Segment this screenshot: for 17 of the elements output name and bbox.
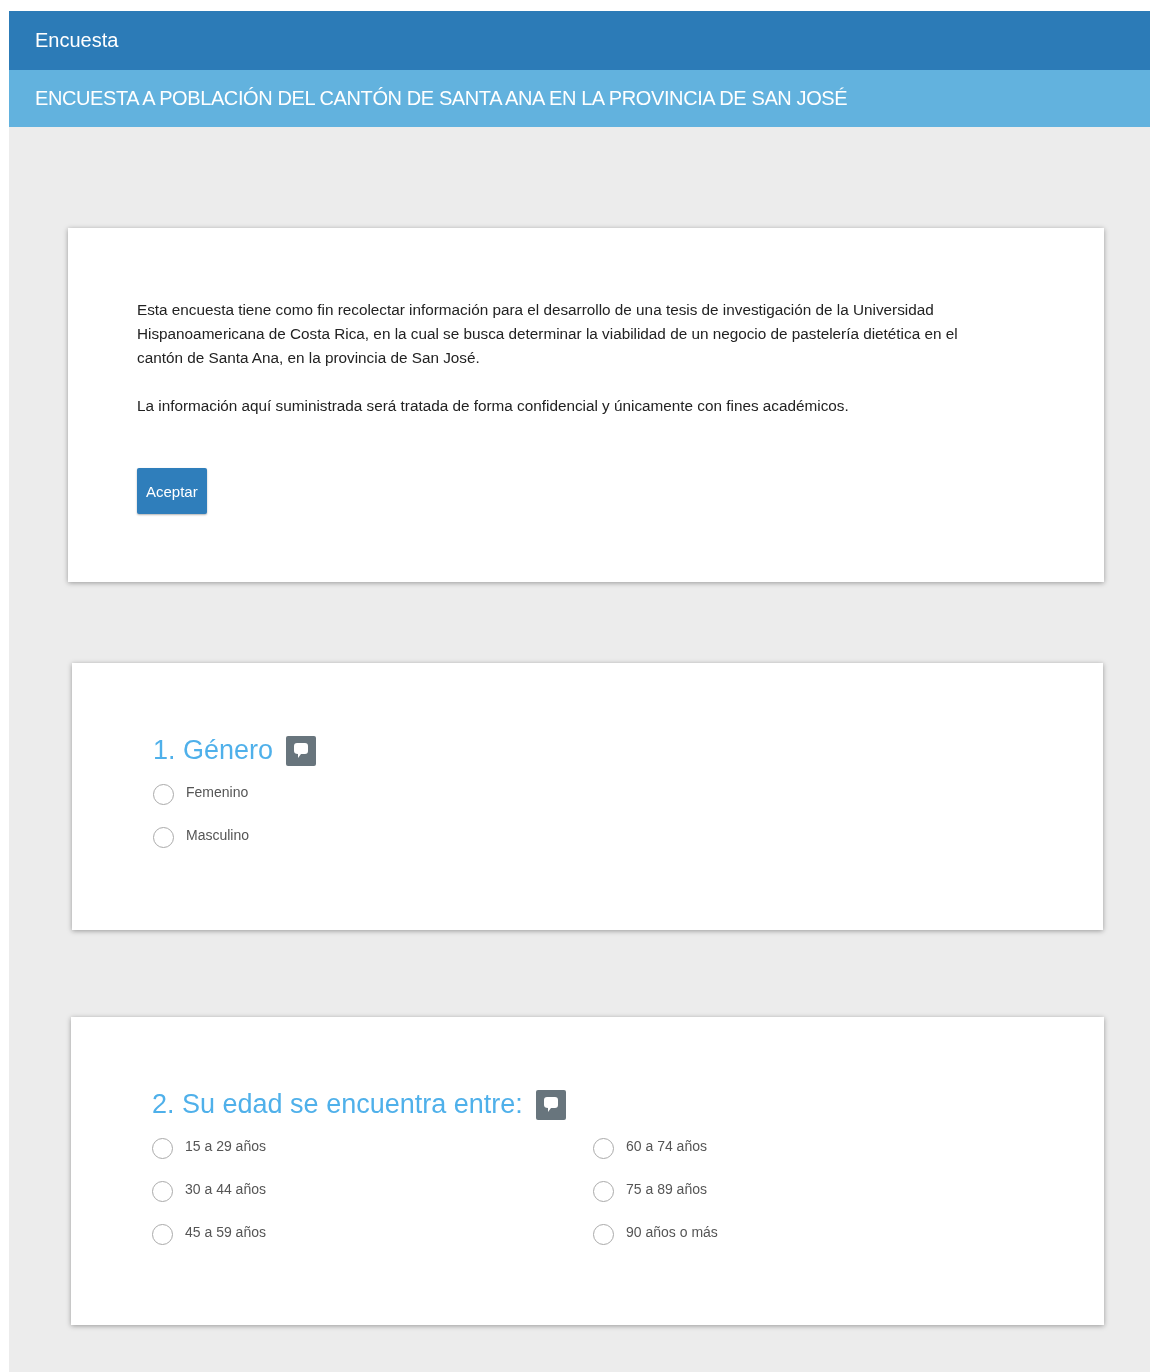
question-title: 1. Género xyxy=(153,735,274,766)
option-label[interactable]: 15 a 29 años xyxy=(185,1137,266,1154)
comment-icon[interactable] xyxy=(535,1089,566,1120)
survey-title: ENCUESTA A POBLACIÓN DEL CANTÓN DE SANTA ANA EN LA PROVINCIA DE SAN JOSÉ xyxy=(35,87,848,110)
option-label[interactable]: Masculino xyxy=(186,826,250,843)
option-label[interactable]: 75 a 89 años xyxy=(626,1180,707,1197)
option-label[interactable]: 30 a 44 años xyxy=(185,1180,266,1197)
intro-paragraph: La información aquí suministrada será tratada de forma confidencial y únicamente con fines académicos. xyxy=(137,396,850,416)
app-title: Encuesta xyxy=(35,29,119,52)
question-title: 2. Su edad se encuentra entre: xyxy=(152,1089,523,1120)
comment-icon[interactable] xyxy=(286,735,317,766)
option-label[interactable]: 90 años o más xyxy=(626,1223,718,1240)
accept-button[interactable]: Aceptar xyxy=(137,468,207,514)
intro-paragraph: Esta encuesta tiene como fin recolectar información para el desarrollo de una tesis de investigación de la Universidad Hispanoamericana de Costa Rica, en la cual se busca determinar la viabilidad de un negocio de pastelería dietética en el cantón de Santa Ana, en la provincia de San José. xyxy=(137,300,959,368)
option-label[interactable]: 60 a 74 años xyxy=(626,1137,707,1154)
option-label[interactable]: 45 a 59 años xyxy=(185,1223,266,1240)
option-label[interactable]: Femenino xyxy=(186,783,249,800)
